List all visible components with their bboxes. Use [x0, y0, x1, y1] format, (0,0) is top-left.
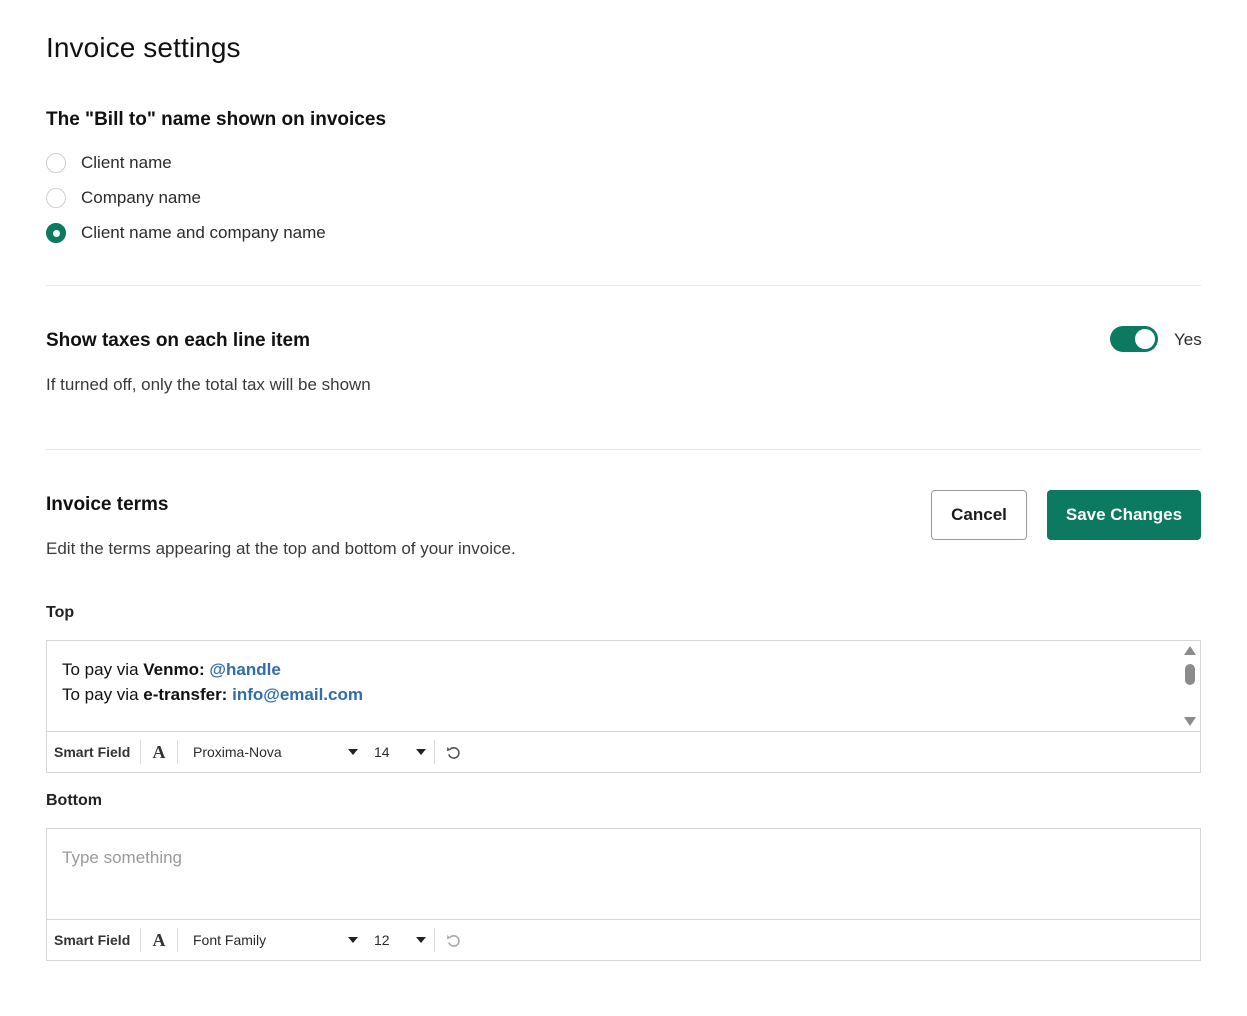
radio-label: Client name and company name [81, 223, 326, 242]
text: To pay via [62, 685, 144, 704]
toggle-label: Yes [1174, 330, 1202, 349]
toggle-knob [1135, 329, 1155, 349]
bottom-terms-editor: Type something Smart Field A Font Family… [46, 828, 1201, 961]
top-terms-line: To pay via e-transfer: info@email.com [62, 682, 1185, 707]
radio-button[interactable] [46, 188, 66, 208]
taxes-heading: Show taxes on each line item [46, 330, 310, 351]
scroll-up-arrow-icon[interactable] [1184, 646, 1196, 655]
bill-to-heading: The "Bill to" name shown on invoices [46, 109, 387, 130]
divider [46, 285, 1201, 286]
cancel-button[interactable]: Cancel [931, 490, 1027, 540]
font-size-value: 12 [374, 932, 390, 948]
undo-icon[interactable] [435, 933, 471, 948]
undo-icon[interactable] [435, 745, 471, 760]
radio-client-name[interactable]: Client name [46, 152, 172, 174]
font-family-value: Font Family [193, 932, 267, 948]
top-terms-label: Top [46, 604, 75, 621]
radio-company-name[interactable]: Company name [46, 187, 201, 209]
radio-label: Client name [81, 153, 172, 172]
smart-field-button[interactable]: Smart Field [47, 744, 140, 760]
terms-heading: Invoice terms [46, 494, 169, 515]
scroll-down-arrow-icon[interactable] [1184, 717, 1196, 726]
top-terms-line: To pay via Venmo: @handle [62, 657, 1185, 682]
font-size-select[interactable]: 14 [362, 744, 434, 760]
terms-description: Edit the terms appearing at the top and … [46, 539, 516, 558]
text-bold: Venmo: [143, 660, 205, 679]
radio-button[interactable] [46, 153, 66, 173]
text: To pay via [62, 660, 144, 679]
font-family-select[interactable]: Proxima-Nova [178, 744, 362, 760]
font-family-select[interactable]: Font Family [178, 932, 362, 948]
chevron-down-icon [348, 749, 358, 755]
font-size-value: 14 [374, 744, 390, 760]
bottom-editor-toolbar: Smart Field A Font Family 12 [47, 920, 1200, 960]
text-bold: e-transfer: [143, 685, 228, 704]
bottom-terms-textarea[interactable]: Type something [47, 829, 1200, 920]
taxes-description: If turned off, only the total tax will b… [46, 375, 371, 394]
chevron-down-icon [416, 937, 426, 943]
radio-label: Company name [81, 188, 202, 207]
email-link[interactable]: info@email.com [232, 685, 363, 704]
scrollbar[interactable] [1183, 644, 1197, 728]
font-size-select[interactable]: 12 [362, 932, 434, 948]
radio-client-and-company-name[interactable]: Client name and company name [46, 222, 326, 244]
font-color-icon[interactable]: A [141, 930, 177, 951]
bottom-terms-label: Bottom [46, 792, 102, 809]
chevron-down-icon [416, 749, 426, 755]
font-family-value: Proxima-Nova [193, 744, 282, 760]
font-color-icon[interactable]: A [141, 742, 177, 763]
top-terms-editor: To pay via Venmo: @handle To pay via e-t… [46, 640, 1201, 773]
show-taxes-toggle[interactable] [1110, 326, 1158, 352]
top-terms-textarea[interactable]: To pay via Venmo: @handle To pay via e-t… [47, 641, 1200, 732]
save-changes-button[interactable]: Save Changes [1047, 490, 1201, 540]
chevron-down-icon [348, 937, 358, 943]
smart-field-button[interactable]: Smart Field [47, 932, 140, 948]
divider [46, 449, 1201, 450]
scrollbar-thumb[interactable] [1185, 664, 1195, 685]
venmo-handle-link[interactable]: @handle [209, 660, 280, 679]
page-title: Invoice settings [46, 32, 241, 63]
radio-button-selected[interactable] [46, 223, 66, 243]
top-editor-toolbar: Smart Field A Proxima-Nova 14 [47, 732, 1200, 772]
bottom-terms-placeholder: Type something [62, 848, 183, 867]
